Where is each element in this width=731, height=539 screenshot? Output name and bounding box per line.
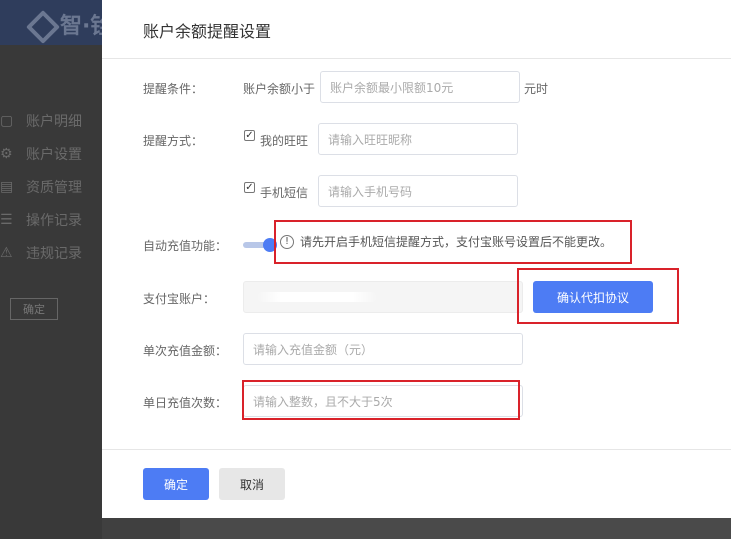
background-footer-dark [180,518,731,539]
sidebar-item-label: 违规记录 [26,245,82,262]
sms-checkbox[interactable]: ✓ [244,182,255,193]
warning-icon: ⚠ [0,244,13,261]
sidebar-item-account-detail[interactable]: ▢ 账户明细 [0,104,82,137]
alipay-label: 支付宝账户： [143,292,216,306]
cancel-button[interactable]: 取消 [219,468,285,500]
highlight-box-notice [274,220,632,264]
sidebar-item-label: 资质管理 [26,179,82,196]
footer-divider [102,449,731,450]
sidebar-item-label: 账户明细 [26,113,82,130]
gear-icon: ⚙ [0,145,13,162]
sidebar-item-label: 账户设置 [26,146,82,163]
single-amount-input[interactable]: 请输入充值金额（元） [243,333,523,365]
sms-label: 手机短信 [260,186,309,200]
single-amount-label: 单次充值金额： [143,344,228,358]
balance-alert-modal: 账户余额提醒设置 提醒条件： 账户余额小于 账户余额最小限额10元 元时 提醒方… [102,0,731,518]
background-confirm-button[interactable]: 确定 [10,298,58,320]
highlight-box-confirm [517,268,679,324]
condition-prefix: 账户余额小于 [243,82,316,96]
condition-label: 提醒条件： [143,82,204,96]
sidebar-item-qualification[interactable]: ▤ 资质管理 [0,170,82,203]
sidebar-nav: ▢ 账户明细 ⚙ 账户设置 ▤ 资质管理 ☰ 操作记录 ⚠ 违规记录 [0,104,82,269]
wangwang-checkbox[interactable]: ✓ [244,130,255,141]
header-divider [102,58,731,59]
wangwang-label: 我的旺旺 [260,134,309,148]
daily-times-label: 单日充值次数： [143,396,228,410]
sidebar-item-account-settings[interactable]: ⚙ 账户设置 [0,137,82,170]
min-balance-input[interactable]: 账户余额最小限额10元 [320,71,520,103]
sidebar-item-violation[interactable]: ⚠ 违规记录 [0,236,82,269]
app-logo: 智·铨 [28,8,112,40]
sidebar-item-operation-log[interactable]: ☰ 操作记录 [0,203,82,236]
background-footer [102,518,731,539]
masked-account [257,292,377,302]
ok-button[interactable]: 确定 [143,468,209,500]
list-icon: ☰ [0,211,13,228]
phone-input[interactable]: 请输入手机号码 [318,175,518,207]
condition-suffix: 元时 [524,82,549,96]
document-icon: ▤ [0,178,14,195]
alipay-account-field [243,281,523,313]
highlight-box-daily [242,380,520,420]
auto-recharge-label: 自动充值功能： [143,239,228,253]
logo-mark-icon [28,13,52,35]
wallet-icon: ▢ [0,112,14,129]
wangwang-input[interactable]: 请输入旺旺昵称 [318,123,518,155]
sidebar-item-label: 操作记录 [26,212,82,229]
modal-title: 账户余额提醒设置 [143,22,272,41]
method-label: 提醒方式： [143,134,204,148]
